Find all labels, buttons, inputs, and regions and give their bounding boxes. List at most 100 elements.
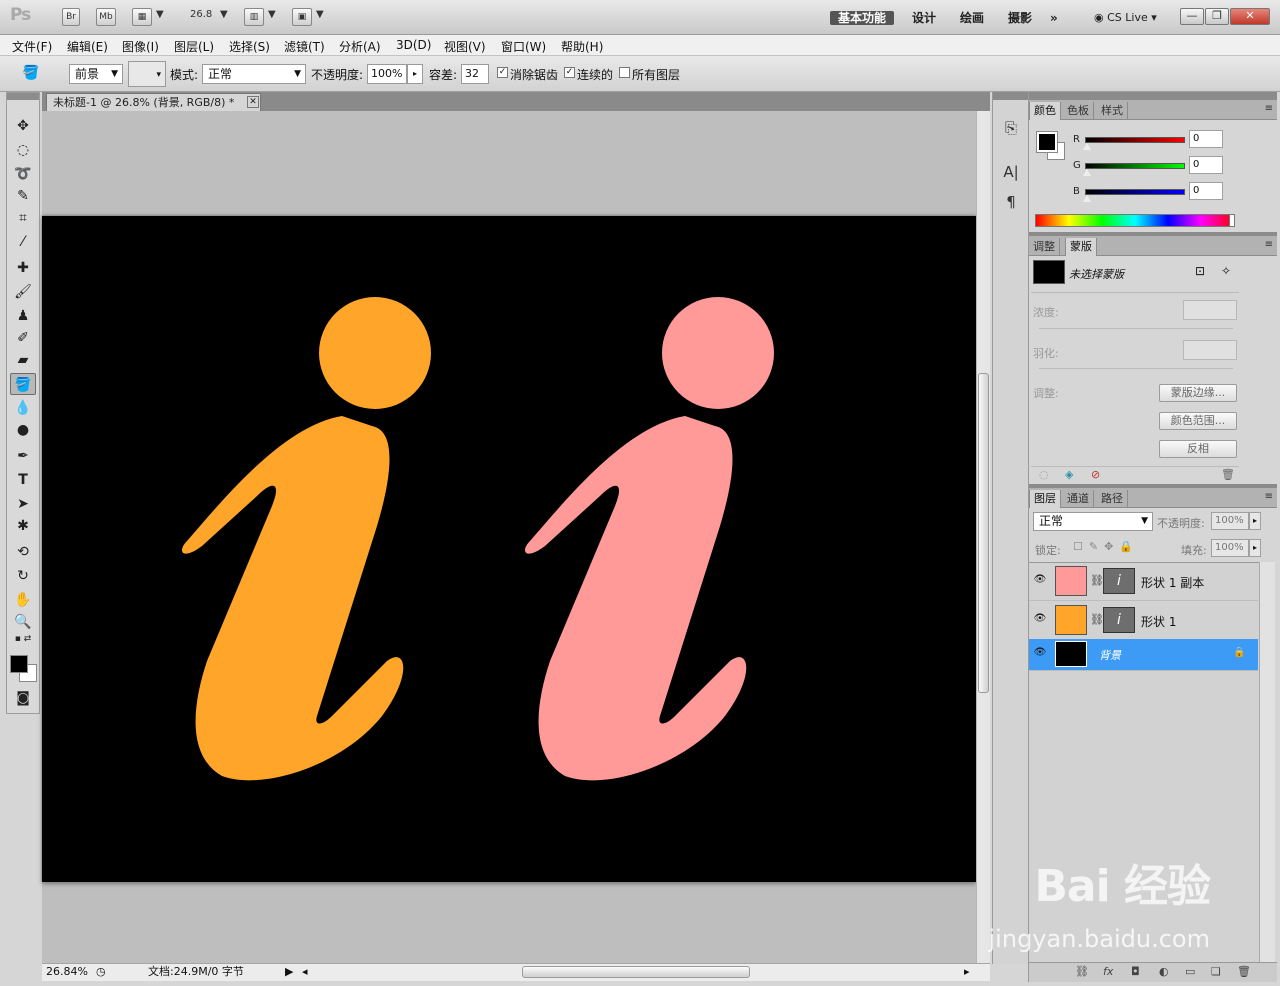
opacity-input[interactable]: 100% bbox=[367, 64, 407, 84]
status-menu-arrow-icon[interactable]: ▶ bbox=[285, 964, 293, 980]
status-info-icon[interactable]: ◷ bbox=[96, 964, 106, 980]
workspace-painting[interactable]: 绘画 bbox=[960, 8, 984, 28]
move-tool-icon[interactable]: ✥ bbox=[10, 115, 36, 137]
vertical-scroll-thumb[interactable] bbox=[978, 373, 989, 693]
screen-mode-button[interactable]: ▣ bbox=[292, 8, 312, 26]
cs-live-button[interactable]: ◉ CS Live ▾ bbox=[1094, 8, 1157, 28]
blur-tool-icon[interactable]: 💧 bbox=[10, 397, 36, 419]
red-slider-handle[interactable] bbox=[1083, 143, 1091, 150]
layer-row-shape1-copy[interactable]: 👁 ⛓ i 形状 1 副本 bbox=[1029, 563, 1258, 601]
layer-name[interactable]: 形状 1 bbox=[1141, 613, 1176, 630]
layer-name[interactable]: 背景 bbox=[1099, 647, 1121, 663]
menu-filter[interactable]: 滤镜(T) bbox=[284, 38, 325, 55]
load-selection-icon[interactable]: ◌ bbox=[1039, 468, 1049, 481]
blue-value-input[interactable]: 0 bbox=[1189, 182, 1223, 200]
delete-mask-icon[interactable]: 🗑 bbox=[1221, 468, 1235, 481]
eye-icon[interactable]: 👁 bbox=[1033, 646, 1047, 660]
layer-name[interactable]: 形状 1 副本 bbox=[1141, 574, 1204, 591]
layers-scrollbar[interactable] bbox=[1259, 562, 1275, 962]
more-workspaces-button[interactable]: » bbox=[1050, 8, 1058, 28]
tab-swatches[interactable]: 色板 bbox=[1063, 102, 1094, 120]
menu-image[interactable]: 图像(I) bbox=[122, 38, 159, 55]
antialias-checkbox[interactable]: ✓ bbox=[497, 67, 508, 78]
tab-adjustments[interactable]: 调整 bbox=[1029, 238, 1060, 256]
green-slider[interactable] bbox=[1085, 163, 1185, 169]
color-fg-swatch[interactable] bbox=[1036, 131, 1058, 153]
close-icon[interactable]: ✕ bbox=[247, 96, 259, 108]
swap-colors-icon[interactable]: ▪ ⇄ bbox=[10, 633, 36, 645]
red-slider[interactable] bbox=[1085, 137, 1185, 143]
3d-orbit-tool-icon[interactable]: ↻ bbox=[10, 565, 36, 587]
path-selection-tool-icon[interactable]: ➤ bbox=[10, 493, 36, 515]
restore-button[interactable]: ❐ bbox=[1205, 8, 1229, 25]
document-tab[interactable]: 未标题-1 @ 26.8% (背景, RGB/8) * ✕ bbox=[46, 93, 261, 111]
tolerance-input[interactable]: 32 bbox=[461, 64, 489, 84]
workspace-photography[interactable]: 摄影 bbox=[1008, 8, 1032, 28]
chevron-down-icon[interactable]: ▼ bbox=[220, 9, 228, 20]
clone-stamp-tool-icon[interactable]: ♟ bbox=[10, 305, 36, 327]
pen-tool-icon[interactable]: ✒ bbox=[10, 445, 36, 467]
chevron-down-icon[interactable]: ▼ bbox=[268, 9, 276, 20]
crop-tool-icon[interactable]: ⌗ bbox=[10, 207, 36, 229]
paint-bucket-tool-icon[interactable]: 🪣 bbox=[10, 373, 36, 395]
zoom-level[interactable]: 26.8 bbox=[190, 9, 212, 20]
tab-layers[interactable]: 图层 bbox=[1029, 490, 1061, 508]
pattern-picker[interactable]: ▾ bbox=[128, 61, 166, 87]
dodge-tool-icon[interactable]: ● bbox=[10, 419, 36, 441]
workspace-essentials[interactable]: 基本功能 bbox=[830, 8, 895, 28]
panel-menu-icon[interactable]: ≡ bbox=[1265, 239, 1273, 250]
character-panel-icon[interactable]: A| bbox=[999, 160, 1023, 184]
layer-blend-mode-select[interactable]: 正常 ▼ bbox=[1033, 512, 1153, 531]
adjustment-layer-icon[interactable]: ◐ bbox=[1159, 965, 1169, 978]
shape-tool-icon[interactable]: ✱ bbox=[10, 515, 36, 537]
view-extras-button[interactable]: ▦ bbox=[132, 8, 152, 26]
marquee-tool-icon[interactable]: ◌ bbox=[10, 139, 36, 161]
blue-slider-handle[interactable] bbox=[1083, 195, 1091, 202]
eraser-tool-icon[interactable]: ▰ bbox=[10, 349, 36, 371]
tab-masks[interactable]: 蒙版 bbox=[1065, 238, 1097, 256]
scroll-left-icon[interactable]: ◂ bbox=[302, 964, 308, 980]
green-slider-handle[interactable] bbox=[1083, 169, 1091, 176]
tab-styles[interactable]: 样式 bbox=[1097, 102, 1128, 120]
close-button[interactable]: ✕ bbox=[1230, 8, 1270, 25]
layer-fill-slider-toggle[interactable]: ▸ bbox=[1249, 539, 1261, 557]
apply-mask-icon[interactable]: ◈ bbox=[1065, 468, 1073, 481]
zoom-tool-icon[interactable]: 🔍 bbox=[10, 611, 36, 633]
eyedropper-tool-icon[interactable]: ⁄ bbox=[10, 231, 36, 253]
fill-source-select[interactable]: 前景 ▼ bbox=[69, 64, 123, 84]
color-spectrum-ramp[interactable] bbox=[1035, 214, 1235, 227]
invert-button[interactable]: 反相 bbox=[1159, 440, 1237, 458]
eye-icon[interactable]: 👁 bbox=[1033, 573, 1047, 587]
history-panel-icon[interactable]: ⎘ bbox=[999, 116, 1023, 140]
blend-mode-select[interactable]: 正常 ▼ bbox=[202, 64, 306, 84]
color-range-button[interactable]: 颜色范围... bbox=[1159, 412, 1237, 430]
delete-layer-icon[interactable]: 🗑 bbox=[1237, 965, 1251, 978]
chevron-down-icon[interactable]: ▼ bbox=[156, 9, 164, 20]
bridge-button[interactable]: Br bbox=[62, 8, 80, 26]
lasso-tool-icon[interactable]: ➰ bbox=[10, 163, 36, 185]
green-value-input[interactable]: 0 bbox=[1189, 156, 1223, 174]
type-tool-icon[interactable]: T bbox=[10, 469, 36, 491]
new-group-icon[interactable]: ▭ bbox=[1185, 965, 1195, 978]
arrange-documents-button[interactable]: ▥ bbox=[244, 8, 264, 26]
opacity-slider-toggle[interactable]: ▸ bbox=[407, 64, 423, 84]
workspace-design[interactable]: 设计 bbox=[912, 8, 936, 28]
panel-grip[interactable] bbox=[7, 93, 39, 100]
panel-grip[interactable] bbox=[993, 92, 1029, 100]
menu-layer[interactable]: 图层(L) bbox=[174, 38, 214, 55]
layer-row-shape1[interactable]: 👁 ⛓ i 形状 1 bbox=[1029, 602, 1258, 640]
brush-tool-icon[interactable]: 🖌 bbox=[10, 281, 36, 303]
3d-rotate-tool-icon[interactable]: ⟲ bbox=[10, 541, 36, 563]
disable-mask-icon[interactable]: ⊘ bbox=[1091, 468, 1100, 481]
chevron-down-icon[interactable]: ▼ bbox=[316, 9, 324, 20]
menu-file[interactable]: 文件(F) bbox=[12, 38, 52, 55]
panel-menu-icon[interactable]: ≡ bbox=[1265, 491, 1273, 502]
blue-slider[interactable] bbox=[1085, 189, 1185, 195]
horizontal-scroll-thumb[interactable] bbox=[522, 966, 750, 978]
layer-fill-input[interactable]: 100% bbox=[1211, 539, 1249, 557]
layer-style-icon[interactable]: fx bbox=[1103, 965, 1113, 978]
layer-row-background[interactable]: 👁 背景 🔒 bbox=[1029, 639, 1258, 671]
menu-help[interactable]: 帮助(H) bbox=[561, 38, 603, 55]
menu-select[interactable]: 选择(S) bbox=[229, 38, 270, 55]
pixel-mask-icon[interactable]: ⊡ bbox=[1195, 264, 1205, 278]
